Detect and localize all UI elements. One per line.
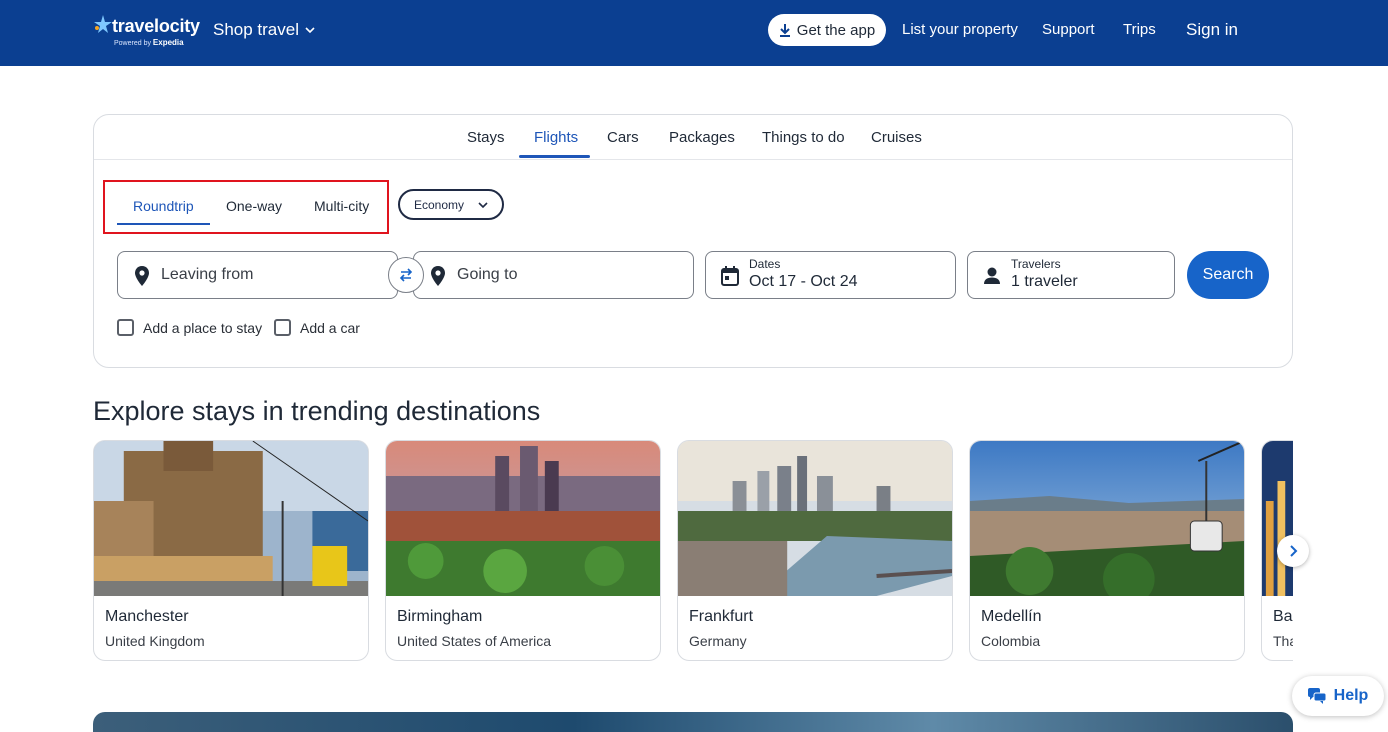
download-icon (779, 24, 790, 37)
destination-card-manchester[interactable]: Manchester United Kingdom (93, 440, 369, 661)
destination-country: Germany (689, 633, 747, 649)
shop-travel-label: Shop travel (213, 20, 299, 39)
destination-country: United States of America (397, 633, 552, 649)
tab-packages[interactable]: Packages (669, 129, 735, 146)
destination-country: Colombia (981, 633, 1041, 649)
location-pin-icon (135, 266, 149, 286)
destination-card-frankfurt[interactable]: Frankfurt Germany (677, 440, 953, 661)
get-the-app-label: Get the app (796, 21, 876, 39)
add-place-to-stay-checkbox[interactable]: Add a place to stay (117, 319, 262, 336)
travelers-label: Travelers (1011, 257, 1061, 271)
going-to-placeholder: Going to (457, 266, 518, 283)
destination-image (1262, 441, 1293, 596)
tab-cars[interactable]: Cars (607, 129, 639, 146)
leaving-from-placeholder: Leaving from (161, 266, 254, 283)
calendar-icon (721, 266, 739, 286)
checkbox-box[interactable] (117, 319, 134, 336)
support-link[interactable]: Support (1042, 21, 1095, 38)
sign-in-link[interactable]: Sign in (1186, 20, 1238, 40)
chevron-down-icon (478, 201, 488, 208)
help-label: Help (1333, 687, 1369, 704)
search-card: Stays Flights Cars Packages Things to do… (93, 114, 1293, 368)
destination-country: United Kingdom (105, 633, 205, 649)
destination-image (94, 441, 368, 596)
add-a-car-label: Add a car (300, 319, 360, 336)
destination-city: Ba (1273, 608, 1293, 625)
tab-stays[interactable]: Stays (467, 129, 505, 146)
add-place-to-stay-label: Add a place to stay (143, 319, 263, 336)
explore-section-title: Explore stays in trending destinations (93, 396, 541, 426)
top-header: travelocity Powered by Expedia Shop trav… (0, 0, 1388, 66)
destination-country: Tha (1273, 633, 1293, 649)
chat-bubbles-icon (1307, 688, 1326, 704)
tab-cruises[interactable]: Cruises (871, 129, 922, 146)
checkbox-box[interactable] (274, 319, 291, 336)
leaving-from-field[interactable]: Leaving from (117, 251, 398, 299)
logo-star-icon (94, 15, 112, 33)
logo-powered-by: Powered by Expedia (114, 38, 184, 47)
destination-city: Medellín (981, 608, 1042, 625)
trips-link[interactable]: Trips (1123, 21, 1156, 38)
cabin-class-dropdown[interactable]: Economy (398, 189, 504, 220)
destination-city: Birmingham (397, 608, 483, 625)
active-tab-indicator (519, 155, 590, 158)
bottom-banner-image (93, 712, 1293, 732)
get-the-app-button[interactable]: Get the app (768, 14, 886, 46)
swap-arrows-icon (399, 268, 413, 282)
tab-flights[interactable]: Flights (534, 129, 578, 146)
destination-city: Manchester (105, 608, 189, 625)
dates-label: Dates (749, 257, 781, 271)
destination-card-birmingham[interactable]: Birmingham United States of America (385, 440, 661, 661)
person-icon (984, 267, 1000, 284)
list-your-property-link[interactable]: List your property (902, 21, 1018, 38)
carousel-next-button[interactable] (1277, 535, 1309, 567)
trip-multi-city[interactable]: Multi-city (314, 198, 369, 214)
help-button[interactable]: Help (1292, 676, 1384, 716)
destination-image (970, 441, 1244, 596)
going-to-field[interactable]: Going to (413, 251, 694, 299)
trip-roundtrip[interactable]: Roundtrip (133, 198, 194, 214)
destination-city: Frankfurt (689, 608, 754, 625)
cabin-class-value: Economy (413, 197, 465, 212)
travelers-value: 1 traveler (1011, 273, 1078, 290)
destination-image (678, 441, 952, 596)
search-button[interactable]: Search (1187, 251, 1269, 299)
destination-image (386, 441, 660, 596)
chevron-down-icon (305, 27, 315, 34)
location-pin-icon (431, 266, 445, 286)
active-trip-indicator (117, 223, 210, 225)
shop-travel-menu[interactable]: Shop travel (213, 20, 315, 40)
add-a-car-checkbox[interactable]: Add a car (274, 319, 360, 336)
swap-locations-button[interactable] (388, 257, 424, 293)
product-tabs: Stays Flights Cars Packages Things to do… (94, 115, 1292, 160)
travelers-field[interactable]: Travelers 1 traveler (967, 251, 1175, 299)
chevron-right-icon (1290, 545, 1298, 557)
dates-field[interactable]: Dates Oct 17 - Oct 24 (705, 251, 956, 299)
destination-card-medellin[interactable]: Medellín Colombia (969, 440, 1245, 661)
dates-value: Oct 17 - Oct 24 (749, 273, 858, 290)
logo-text: travelocity (112, 16, 200, 36)
trip-one-way[interactable]: One-way (226, 198, 282, 214)
travelocity-logo[interactable]: travelocity Powered by Expedia (92, 14, 200, 50)
tab-things-to-do[interactable]: Things to do (762, 129, 845, 146)
